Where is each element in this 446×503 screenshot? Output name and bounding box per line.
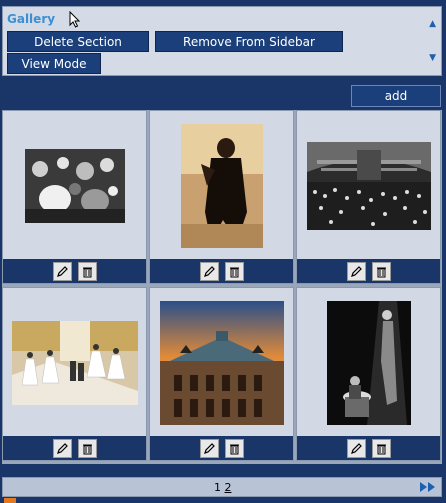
thumbnail-frame <box>150 111 293 261</box>
edit-icon[interactable] <box>199 438 219 458</box>
item-action-bar <box>150 259 293 283</box>
edit-icon[interactable] <box>346 438 366 458</box>
current-page: 1 <box>214 481 221 494</box>
section-panel: Gallery Delete Section Remove From Sideb… <box>2 6 442 76</box>
edit-icon[interactable] <box>52 438 72 458</box>
photo-opera-hall[interactable] <box>306 142 431 230</box>
gallery-item <box>296 287 441 461</box>
photo-opera-house-exterior[interactable] <box>159 301 284 425</box>
item-action-bar <box>3 259 146 283</box>
photo-debutantes-staircase[interactable] <box>11 321 138 405</box>
arrow-down-icon[interactable]: ▼ <box>429 53 436 63</box>
delete-section-button[interactable]: Delete Section <box>7 31 149 52</box>
edit-icon[interactable] <box>346 261 366 281</box>
page-link-2[interactable]: 2 <box>225 481 232 494</box>
item-action-bar <box>150 436 293 460</box>
gallery-item <box>2 287 147 461</box>
thumbnail-frame <box>3 288 146 438</box>
add-button[interactable]: add <box>351 85 441 107</box>
gallery-item <box>2 110 147 284</box>
section-title[interactable]: Gallery <box>7 12 55 26</box>
thumbnail-frame <box>3 111 146 261</box>
gallery-item <box>296 110 441 284</box>
next-page-icon[interactable] <box>419 481 437 493</box>
photo-dancer-in-tails[interactable] <box>180 124 263 248</box>
status-folder-icon <box>4 498 16 503</box>
item-action-bar <box>3 436 146 460</box>
pagination-bar: 1 2 <box>2 477 442 497</box>
thumbnail-frame <box>297 288 440 438</box>
thumbnail-frame <box>297 111 440 261</box>
delete-icon[interactable] <box>371 438 391 458</box>
remove-from-sidebar-button[interactable]: Remove From Sidebar <box>155 31 343 52</box>
mouse-cursor-icon <box>69 11 81 28</box>
edit-icon[interactable] <box>199 261 219 281</box>
view-mode-button[interactable]: View Mode <box>7 53 101 74</box>
gallery-item <box>149 287 294 461</box>
thumbnail-frame <box>150 288 293 438</box>
delete-icon[interactable] <box>371 261 391 281</box>
gallery-grid <box>2 110 442 464</box>
item-action-bar <box>297 259 440 283</box>
delete-icon[interactable] <box>77 261 97 281</box>
gallery-item <box>149 110 294 284</box>
delete-icon[interactable] <box>224 438 244 458</box>
arrow-up-icon[interactable]: ▲ <box>429 19 436 29</box>
photo-crowd-dancing[interactable] <box>24 149 125 223</box>
page-numbers: 1 2 <box>214 481 232 494</box>
edit-icon[interactable] <box>52 261 72 281</box>
delete-icon[interactable] <box>77 438 97 458</box>
delete-icon[interactable] <box>224 261 244 281</box>
item-action-bar <box>297 436 440 460</box>
photo-spotlight-bw[interactable] <box>326 301 411 425</box>
